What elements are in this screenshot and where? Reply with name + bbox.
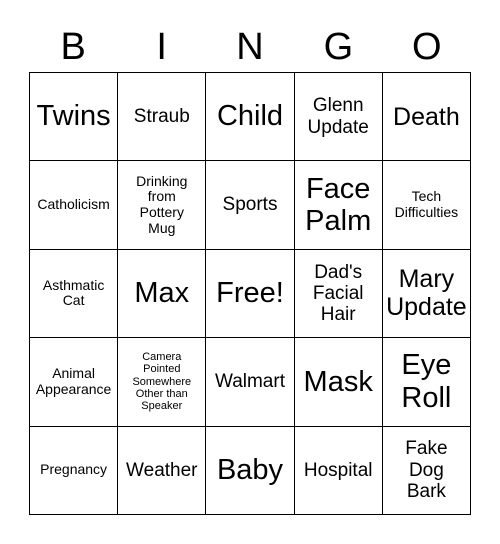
bingo-header-letter-n: N [236, 25, 264, 68]
bingo-cell-label: Fake Dog Bark [405, 438, 448, 502]
bingo-cell[interactable]: Fake Dog Bark [382, 426, 471, 515]
bingo-cell[interactable]: Tech Difficulties [382, 161, 471, 250]
bingo-cell[interactable]: Free! [206, 249, 295, 339]
bingo-cell[interactable]: Death [382, 73, 471, 162]
bingo-cell[interactable]: Baby [206, 426, 295, 515]
bingo-cell-label: Child [216, 100, 284, 133]
bingo-cell-label: Max [134, 277, 190, 310]
bingo-cell-label: Tech Difficulties [394, 188, 459, 221]
bingo-cell[interactable]: Twins [30, 73, 119, 162]
bingo-header-letter-g: G [323, 25, 354, 68]
bingo-cell-label: Face Palm [305, 172, 372, 238]
bingo-cell-label: Twins [36, 100, 111, 133]
bingo-cell[interactable]: Hospital [294, 426, 383, 515]
bingo-cell[interactable]: Asthmatic Cat [30, 249, 119, 339]
bingo-cell-label: Glenn Update [307, 95, 369, 138]
bingo-cell[interactable]: Straub [118, 73, 207, 162]
bingo-cell-label: Pregnancy [40, 461, 108, 478]
bingo-cell[interactable]: Eye Roll [382, 338, 471, 427]
bingo-cell[interactable]: Dad's Facial Hair [294, 249, 383, 339]
bingo-cell[interactable]: Catholicism [30, 161, 119, 250]
bingo-cell-label: Mary Update [386, 265, 467, 322]
bingo-header-row: BINGO [29, 21, 471, 72]
bingo-cell-label: Eye Roll [401, 349, 452, 414]
bingo-cell-label: Catholicism [37, 196, 110, 213]
bingo-header-letter-o: O [412, 25, 442, 68]
bingo-cell[interactable]: Pregnancy [30, 426, 119, 515]
bingo-cell[interactable]: Walmart [206, 338, 295, 427]
bingo-grid: Twins Straub Child Glenn Update Death Catholi… [29, 72, 471, 515]
bingo-header-letter-i: I [156, 25, 167, 68]
bingo-cell-label: Death [393, 102, 460, 131]
bingo-cell[interactable]: Glenn Update [294, 73, 383, 162]
bingo-cell[interactable]: Face Palm [294, 161, 383, 250]
bingo-cell[interactable]: Child [206, 73, 295, 162]
bingo-cell[interactable]: Mask [294, 338, 383, 427]
bingo-cell-label: Mask [303, 365, 373, 398]
bingo-cell-label: Dad's Facial Hair [312, 261, 364, 326]
bingo-cell-label: Camera Pointed Somewhere Other than Spea… [132, 351, 192, 413]
bingo-cell-label: Asthmatic Cat [42, 276, 105, 309]
bingo-cell-label: Drinking from Pottery Mug [136, 172, 188, 236]
bingo-cell-label: Baby [216, 454, 284, 487]
bingo-cell-label: Weather [126, 459, 198, 481]
bingo-cell-label: Hospital [303, 459, 373, 481]
bingo-cell[interactable]: Drinking from Pottery Mug [118, 161, 207, 250]
bingo-cell-label: Sports [222, 194, 278, 216]
bingo-cell[interactable]: Camera Pointed Somewhere Other than Spea… [118, 338, 207, 427]
bingo-header-letter-b: B [60, 25, 86, 68]
bingo-cell[interactable]: Sports [206, 161, 295, 250]
bingo-cell[interactable]: Animal Appearance [30, 338, 119, 427]
bingo-cell-label: Free! [216, 277, 284, 310]
bingo-card: B I N G O Twins Straub Child Glenn Update Death C… [0, 0, 500, 544]
bingo-cell[interactable]: Max [118, 249, 207, 339]
bingo-cell[interactable]: Mary Update [382, 249, 471, 339]
bingo-cell[interactable]: Weather [118, 426, 207, 515]
bingo-cell-label: Straub [133, 106, 190, 128]
bingo-cell-label: Animal Appearance [35, 365, 112, 397]
bingo-cell-label: Walmart [214, 371, 285, 393]
